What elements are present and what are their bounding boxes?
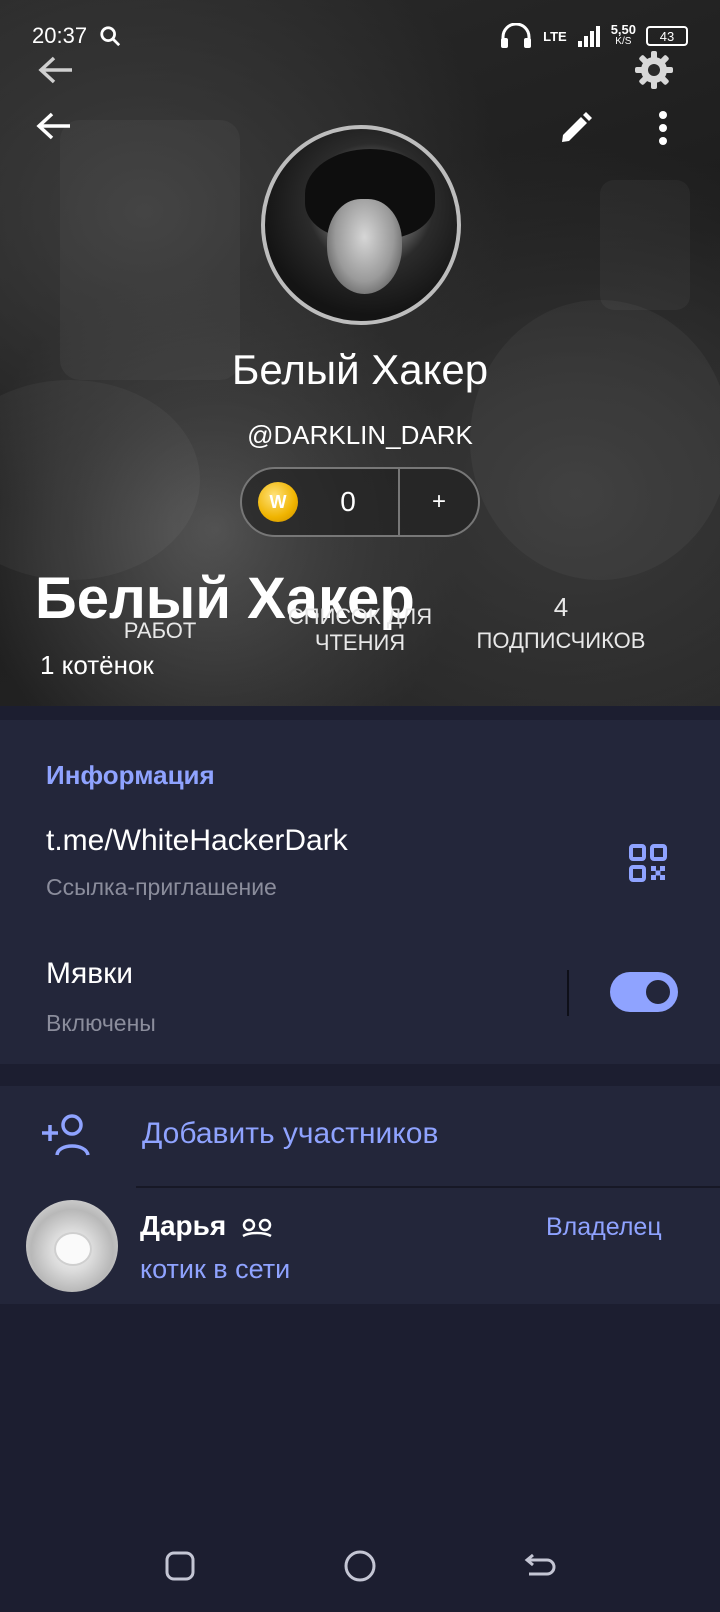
- back-arrow-icon: [36, 112, 70, 140]
- back-button[interactable]: [34, 106, 74, 146]
- add-members-button[interactable]: Добавить участников: [142, 1117, 438, 1151]
- edit-pencil-icon: [562, 112, 592, 142]
- invite-link-caption: Ссылка-приглашение: [46, 874, 277, 900]
- add-coins-button[interactable]: +: [400, 488, 478, 516]
- avatar[interactable]: [26, 1200, 118, 1292]
- back-nav-button[interactable]: [520, 1546, 560, 1586]
- invite-link[interactable]: t.me/WhiteHackerDark: [46, 824, 348, 858]
- member-role-badge: Владелец: [546, 1213, 662, 1241]
- member-name[interactable]: Дарья: [140, 1210, 274, 1242]
- coin-icon: W: [258, 482, 298, 522]
- meows-caption: Включены: [46, 1010, 156, 1036]
- stat-reading-list[interactable]: СПИСОК ДЛЯ ЧТЕНИЯ: [270, 604, 450, 656]
- network-type: LTE: [543, 28, 567, 44]
- headphones-icon: [501, 23, 532, 48]
- kitten-count: 1 котёнок: [40, 650, 154, 680]
- stat-followers-label: ПОДПИСЧИКОВ: [476, 628, 646, 653]
- qr-code-icon[interactable]: [628, 843, 668, 883]
- recents-nav-button[interactable]: [160, 1546, 200, 1586]
- profile-name: Белый Хакер: [231, 346, 489, 393]
- more-options-button[interactable]: [648, 108, 678, 148]
- meows-toggle[interactable]: [610, 972, 678, 1012]
- coin-value: 0: [340, 486, 356, 517]
- home-nav-button[interactable]: [340, 1546, 380, 1586]
- status-time: 20:37: [32, 23, 88, 48]
- status-bar: 20:37 LTE 5,50 K/S 43: [0, 18, 720, 54]
- info-title: Информация: [46, 760, 215, 790]
- cat-image: [56, 1234, 90, 1264]
- stat-reading-list-label: СПИСОК ДЛЯ ЧТЕНИЯ: [287, 604, 433, 655]
- recents-nav-icon: [165, 1551, 195, 1581]
- back-nav-icon: [524, 1553, 556, 1576]
- battery-indicator: 43: [646, 26, 688, 46]
- stat-works[interactable]: РАБОТ: [100, 618, 220, 644]
- search-icon: [100, 26, 121, 47]
- edit-button[interactable]: [556, 108, 596, 148]
- net-speed: 5,50 K/S: [610, 22, 636, 47]
- member-status: котик в сети: [140, 1254, 291, 1284]
- back-arrow-icon[interactable]: [36, 50, 76, 90]
- cat-emoji-icon: [242, 1218, 272, 1237]
- meows-label: Мявки: [46, 957, 134, 990]
- profile-avatar[interactable]: [261, 125, 461, 325]
- gear-icon[interactable]: [632, 48, 676, 92]
- coin-balance: W 0 +: [240, 467, 480, 537]
- stat-followers-value: 4: [553, 592, 569, 622]
- add-user-icon[interactable]: [40, 1113, 92, 1157]
- profile-username: @DARKLIN_DARK: [247, 420, 473, 450]
- home-nav-icon: [344, 1550, 376, 1582]
- stat-followers[interactable]: 4 ПОДПИСЧИКОВ: [466, 594, 656, 654]
- stat-works-label: РАБОТ: [123, 618, 197, 643]
- more-vert-icon: [659, 111, 667, 145]
- signal-icon: [577, 26, 600, 47]
